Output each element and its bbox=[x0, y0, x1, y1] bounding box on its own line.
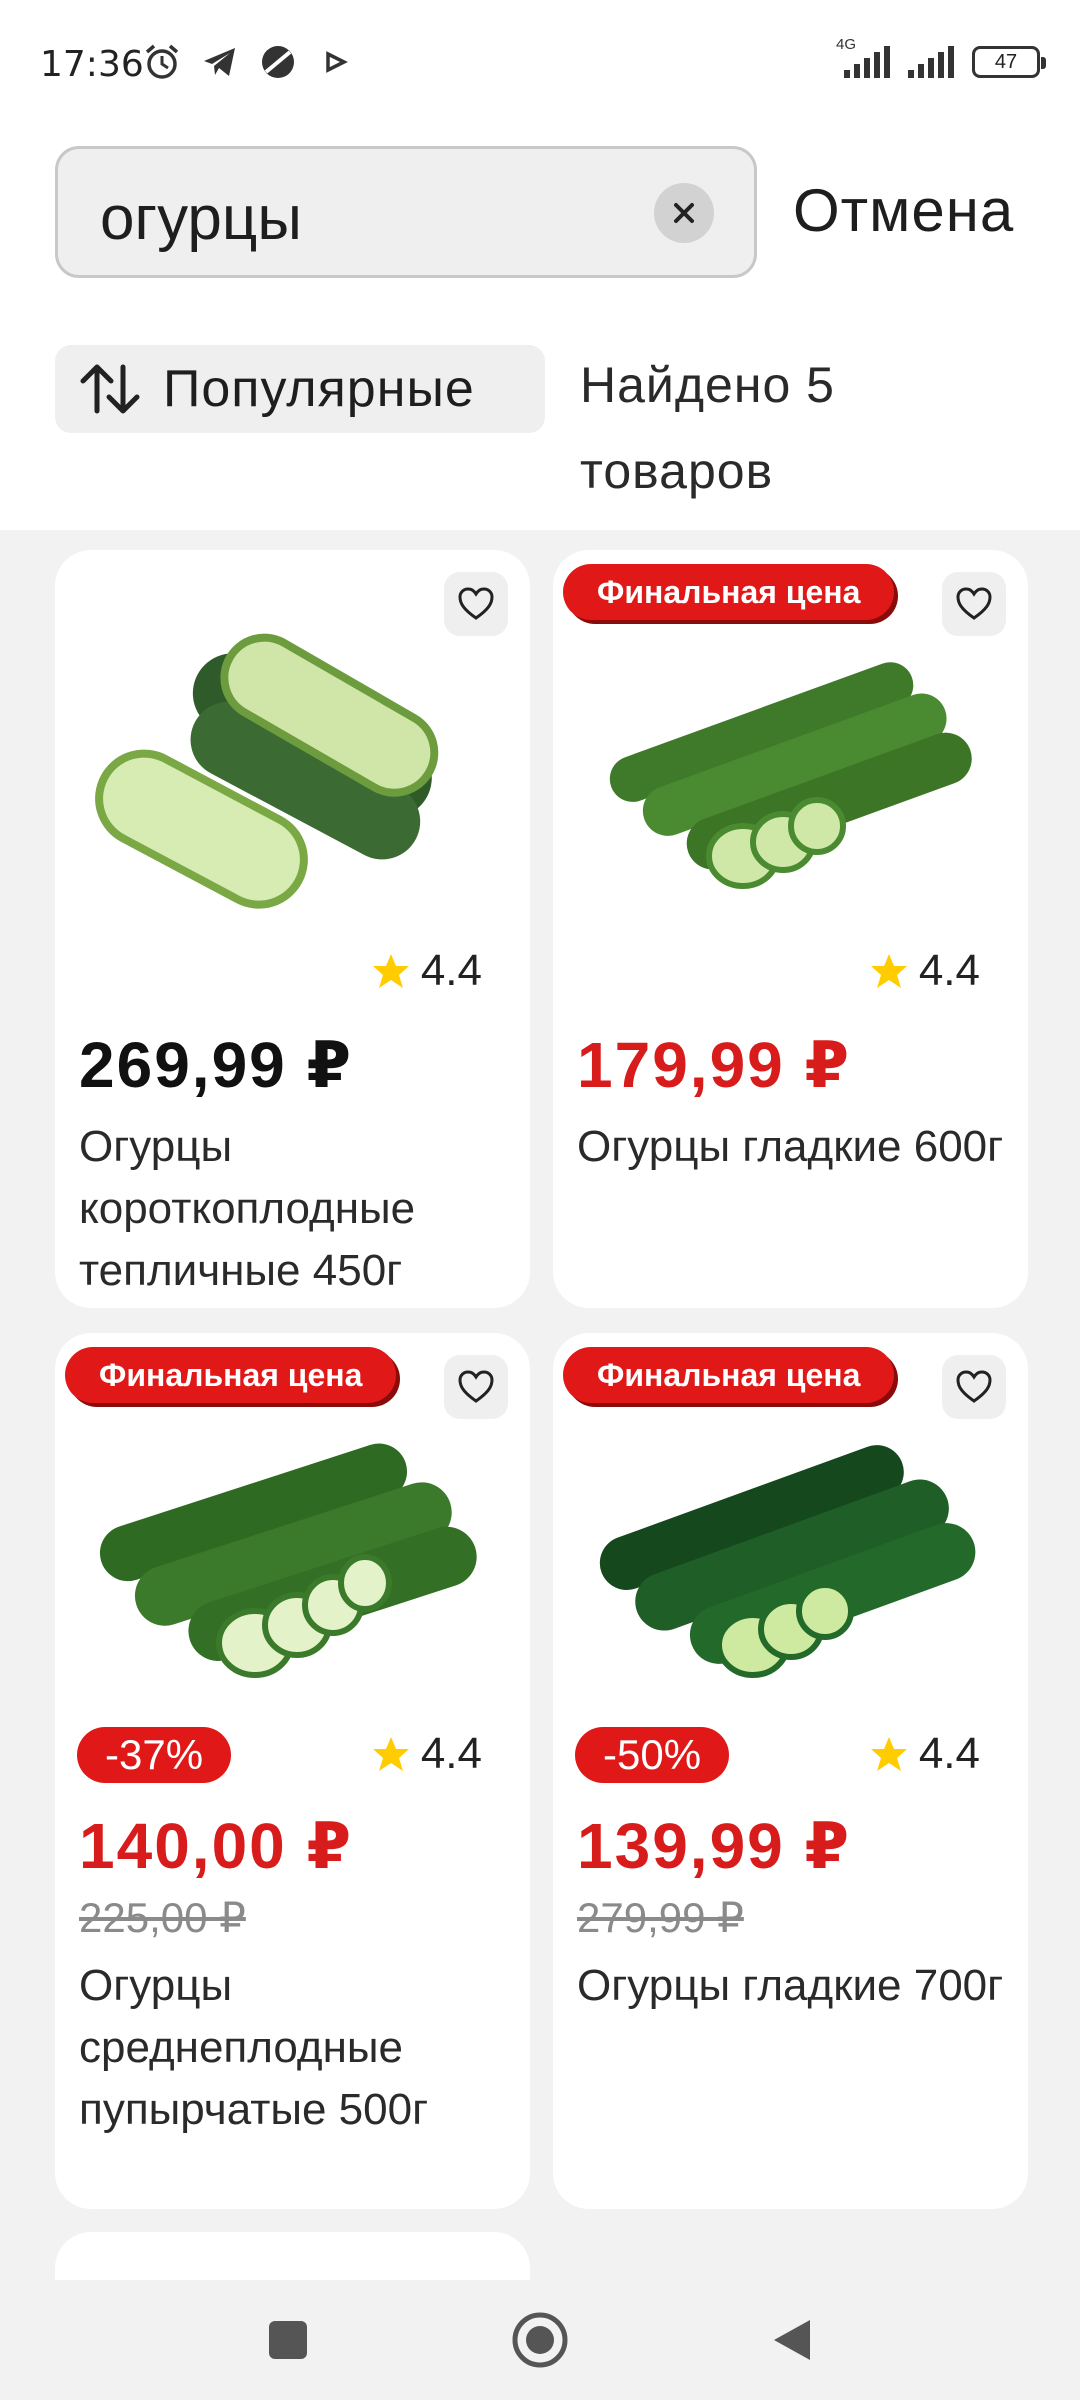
rating: 4.4 bbox=[869, 1729, 980, 1779]
product-name: Огурцы гладкие 700г bbox=[577, 1961, 1004, 2010]
rating-value: 4.4 bbox=[420, 946, 482, 995]
product-card[interactable]: Финальная цена -50% 4.4 139,99 ₽ 279,99 … bbox=[553, 1333, 1028, 2209]
star-icon bbox=[870, 1737, 907, 1771]
rating-value: 4.4 bbox=[918, 946, 980, 995]
search-query[interactable]: огурцы bbox=[100, 183, 302, 254]
home-icon bbox=[512, 2312, 568, 2368]
signal-4g-icon: 4G bbox=[830, 36, 892, 80]
heart-icon bbox=[956, 587, 992, 620]
product-price: 269,99 ₽ bbox=[79, 1029, 354, 1101]
status-notification-icons bbox=[142, 42, 356, 82]
sort-button[interactable]: Популярные bbox=[55, 345, 545, 433]
product-price: 179,99 ₽ bbox=[577, 1029, 852, 1101]
close-icon bbox=[674, 203, 694, 223]
product-name: Огурцы среднеплодные пупырчатые 500г bbox=[79, 1961, 429, 2134]
battery-indicator: 47 bbox=[972, 46, 1046, 78]
home-button[interactable] bbox=[510, 2310, 570, 2370]
heart-icon bbox=[458, 1370, 494, 1403]
app-icon bbox=[262, 46, 294, 78]
product-image bbox=[99, 1443, 477, 1678]
back-button[interactable] bbox=[762, 2310, 822, 2370]
search-header: огурцы Отмена Популярные Найдено 5 товар… bbox=[0, 130, 1080, 530]
rating: 4.4 bbox=[371, 1729, 482, 1779]
results-count: Найдено 5 товаров bbox=[580, 357, 835, 499]
back-icon bbox=[774, 2320, 810, 2360]
clear-search-button[interactable] bbox=[654, 183, 714, 243]
system-nav-bar bbox=[0, 2280, 1080, 2400]
product-price: 139,99 ₽ bbox=[577, 1810, 852, 1882]
favorite-button[interactable] bbox=[444, 572, 508, 636]
heart-icon bbox=[956, 1370, 992, 1403]
recent-apps-button[interactable] bbox=[258, 2310, 318, 2370]
final-price-badge: Финальная цена bbox=[65, 1347, 397, 1403]
product-card[interactable]: Финальная цена 4.4 179,99 ₽ Огурцы гладк… bbox=[553, 550, 1028, 1308]
cancel-button[interactable]: Отмена bbox=[793, 176, 1014, 245]
favorite-button[interactable] bbox=[444, 1355, 508, 1419]
final-price-badge: Финальная цена bbox=[563, 564, 895, 620]
rating-value: 4.4 bbox=[918, 1729, 980, 1778]
product-image bbox=[95, 633, 439, 909]
status-time: 17:36 bbox=[40, 44, 144, 85]
product-image bbox=[599, 1445, 976, 1678]
old-price: 279,99 ₽ bbox=[577, 1894, 744, 1941]
star-icon bbox=[372, 1737, 409, 1771]
star-icon bbox=[372, 954, 409, 988]
favorite-button[interactable] bbox=[942, 1355, 1006, 1419]
heart-icon bbox=[458, 587, 494, 620]
sort-arrows-icon bbox=[80, 364, 140, 414]
old-price: 225,00 ₽ bbox=[79, 1894, 246, 1941]
alarm-icon bbox=[145, 44, 179, 79]
sort-label: Популярные bbox=[163, 360, 475, 418]
final-price-badge: Финальная цена bbox=[563, 1347, 895, 1403]
telegram-icon bbox=[204, 48, 235, 76]
discount-badge: -37% bbox=[77, 1727, 232, 1783]
favorite-button[interactable] bbox=[942, 572, 1006, 636]
product-name: Огурцы короткоплодные тепличные 450г bbox=[79, 1122, 416, 1295]
rating: 4.4 bbox=[869, 946, 980, 996]
product-card[interactable]: 4.4 269,99 ₽ Огурцы короткоплодные тепли… bbox=[55, 550, 530, 1308]
recent-apps-icon bbox=[269, 2321, 307, 2359]
signal-icon bbox=[908, 46, 954, 78]
rating: 4.4 bbox=[371, 946, 482, 996]
product-price: 140,00 ₽ bbox=[79, 1810, 354, 1882]
star-icon bbox=[870, 954, 907, 988]
product-image bbox=[609, 662, 972, 889]
network-type-label: 4G bbox=[836, 36, 857, 53]
search-input[interactable]: огурцы bbox=[55, 146, 757, 278]
status-bar: 17:36 4G 47 bbox=[0, 0, 1080, 130]
product-name: Огурцы гладкие 600г bbox=[577, 1122, 1004, 1171]
discount-badge: -50% bbox=[575, 1727, 730, 1783]
product-card[interactable]: Финальная цена -37% 4.4 140,00 ₽ 225,00 … bbox=[55, 1333, 530, 2209]
play-icon bbox=[326, 51, 348, 73]
status-system-icons: 4G 47 bbox=[830, 36, 1046, 80]
rating-value: 4.4 bbox=[420, 1729, 482, 1778]
